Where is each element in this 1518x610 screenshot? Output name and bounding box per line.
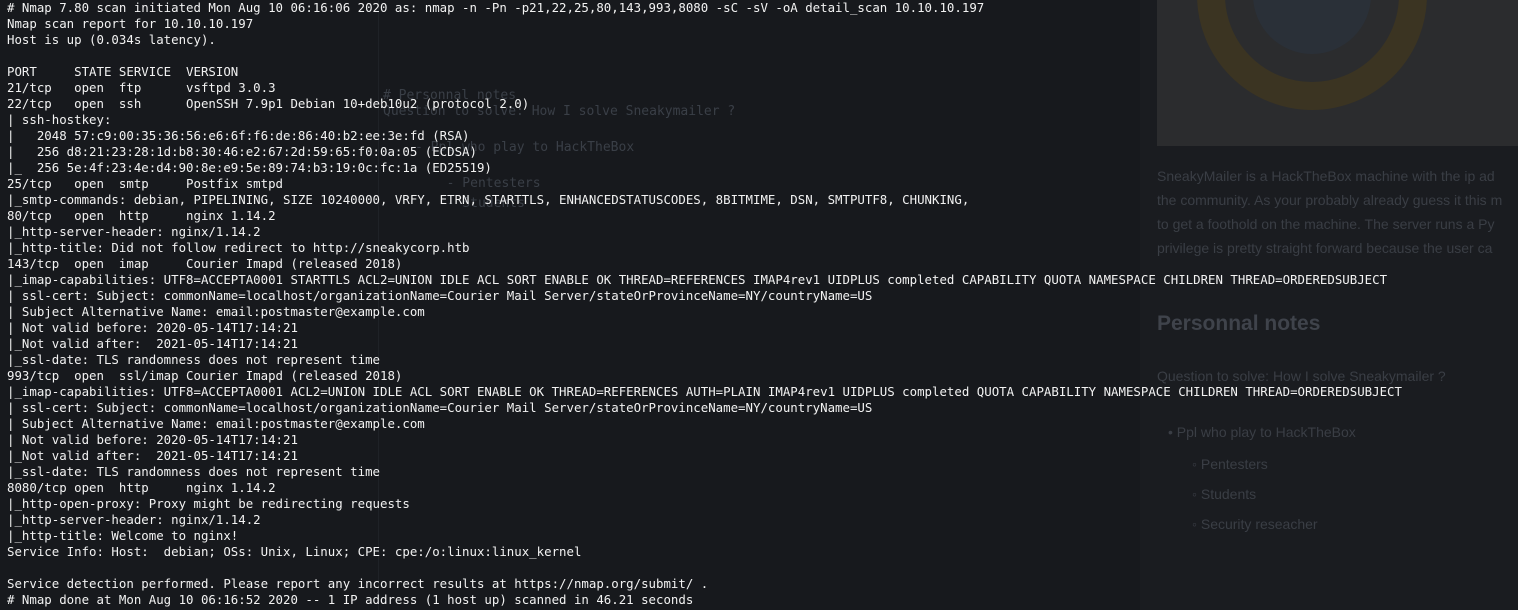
terminal-line: |_Not valid after: 2021-05-14T17:14:21: [7, 448, 298, 463]
terminal-line: |_ssl-date: TLS randomness does not repr…: [7, 464, 380, 479]
terminal-line: |_http-title: Did not follow redirect to…: [7, 240, 470, 255]
terminal-line: # Nmap 7.80 scan initiated Mon Aug 10 06…: [7, 0, 985, 15]
terminal-line: Service detection performed. Please repo…: [7, 576, 709, 591]
terminal-line: 22/tcp open ssh OpenSSH 7.9p1 Debian 10+…: [7, 96, 530, 111]
terminal-line: |_http-title: Welcome to nginx!: [7, 528, 239, 543]
terminal-line: Host is up (0.034s latency).: [7, 32, 216, 47]
terminal-line: PORT STATE SERVICE VERSION: [7, 64, 239, 79]
terminal-line: 8080/tcp open http nginx 1.14.2: [7, 480, 276, 495]
terminal-line: 25/tcp open smtp Postfix smtpd: [7, 176, 284, 191]
terminal-line: | Not valid before: 2020-05-14T17:14:21: [7, 432, 298, 447]
terminal-line: | 256 d8:21:23:28:1d:b8:30:46:e2:67:2d:5…: [7, 144, 477, 159]
terminal-line: | ssl-cert: Subject: commonName=localhos…: [7, 400, 873, 415]
terminal-line: | Subject Alternative Name: email:postma…: [7, 416, 425, 431]
terminal-line: |_imap-capabilities: UTF8=ACCEPTA0001 ST…: [7, 272, 1388, 287]
terminal-line: |_http-open-proxy: Proxy might be redire…: [7, 496, 410, 511]
terminal-line: | ssl-cert: Subject: commonName=localhos…: [7, 288, 873, 303]
terminal-line: |_http-server-header: nginx/1.14.2: [7, 224, 261, 239]
terminal-line: | Subject Alternative Name: email:postma…: [7, 304, 425, 319]
terminal-line: | ssh-hostkey:: [7, 112, 112, 127]
terminal-line: |_http-server-header: nginx/1.14.2: [7, 512, 261, 527]
terminal-line: | 2048 57:c9:00:35:36:56:e6:6f:f6:de:86:…: [7, 128, 470, 143]
terminal-line: 80/tcp open http nginx 1.14.2: [7, 208, 276, 223]
terminal-line: 143/tcp open imap Courier Imapd (release…: [7, 256, 403, 271]
terminal-line: 21/tcp open ftp vsftpd 3.0.3: [7, 80, 276, 95]
terminal-output[interactable]: # Nmap 7.80 scan initiated Mon Aug 10 06…: [7, 0, 1518, 610]
terminal-line: Service Info: Host: debian; OSs: Unix, L…: [7, 544, 582, 559]
terminal-line: |_ 256 5e:4f:23:4e:d4:90:8e:e9:5e:89:74:…: [7, 160, 492, 175]
terminal-line: 993/tcp open ssl/imap Courier Imapd (rel…: [7, 368, 403, 383]
terminal-line: |_ssl-date: TLS randomness does not repr…: [7, 352, 380, 367]
terminal-line: | Not valid before: 2020-05-14T17:14:21: [7, 320, 298, 335]
terminal-line: # Nmap done at Mon Aug 10 06:16:52 2020 …: [7, 592, 694, 607]
terminal-line: |_Not valid after: 2021-05-14T17:14:21: [7, 336, 298, 351]
terminal-line: |_smtp-commands: debian, PIPELINING, SIZ…: [7, 192, 970, 207]
terminal-line: |_imap-capabilities: UTF8=ACCEPTA0001 AC…: [7, 384, 1402, 399]
terminal-line: Nmap scan report for 10.10.10.197: [7, 16, 254, 31]
